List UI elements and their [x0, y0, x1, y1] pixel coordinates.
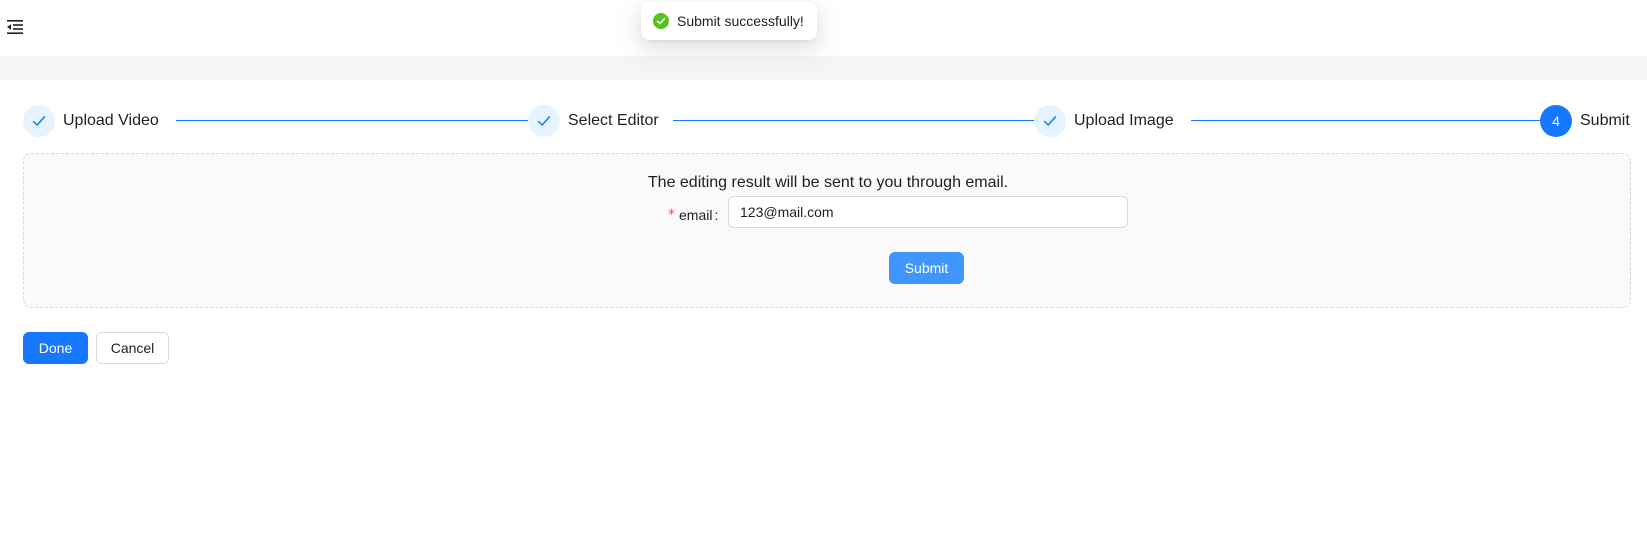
email-field[interactable]: [728, 196, 1128, 228]
step-title: Upload Image: [1074, 112, 1174, 129]
steps-bar: Upload Video Select Editor Upload Image …: [23, 104, 1631, 138]
check-circle-icon: [653, 13, 669, 29]
check-icon: [528, 105, 560, 137]
toast-message: Submit successfully!: [677, 13, 804, 29]
step-submit[interactable]: 4 Submit: [1540, 104, 1630, 138]
step-title: Select Editor: [568, 112, 659, 129]
success-toast: Submit successfully!: [641, 2, 817, 40]
done-button[interactable]: Done: [23, 332, 88, 364]
email-notice: The editing result will be sent to you t…: [647, 174, 1009, 191]
step-connector: [1191, 120, 1546, 121]
step-connector: [673, 120, 1041, 121]
top-header: [0, 0, 1647, 56]
layout-gutter: [0, 56, 1647, 80]
step-select-editor[interactable]: Select Editor: [528, 104, 659, 138]
email-label: * email :: [668, 205, 718, 225]
check-icon: [1034, 105, 1066, 137]
step-upload-image[interactable]: Upload Image: [1034, 104, 1174, 138]
menu-fold-icon[interactable]: [6, 18, 24, 36]
step-content-panel: The editing result will be sent to you t…: [23, 153, 1631, 308]
step-number: 4: [1540, 105, 1572, 137]
step-title: Submit: [1580, 112, 1630, 129]
submit-button[interactable]: Submit: [889, 252, 964, 284]
required-mark: *: [668, 207, 675, 223]
step-upload-video[interactable]: Upload Video: [23, 104, 159, 138]
main-content: [0, 80, 1647, 559]
email-label-text: email: [679, 207, 713, 223]
step-title: Upload Video: [63, 112, 159, 129]
check-icon: [23, 105, 55, 137]
cancel-button[interactable]: Cancel: [96, 332, 169, 364]
step-connector: [176, 120, 535, 121]
label-colon: :: [714, 207, 719, 223]
